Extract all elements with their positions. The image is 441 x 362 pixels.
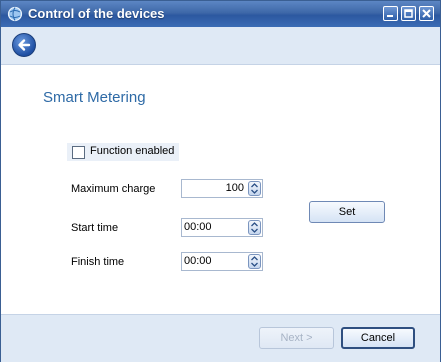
finish-time-value: 00:00 xyxy=(184,255,212,267)
finish-time-label: Finish time xyxy=(71,256,125,268)
globe-icon xyxy=(7,6,23,22)
minimize-icon[interactable] xyxy=(383,6,398,21)
cancel-button[interactable]: Cancel xyxy=(341,327,415,349)
checkbox-box[interactable] xyxy=(72,146,85,159)
content-panel: Smart Metering Function enabled Maximum … xyxy=(1,65,440,314)
function-enabled-checkbox[interactable]: Function enabled xyxy=(67,143,179,161)
close-icon[interactable] xyxy=(419,6,434,21)
next-button[interactable]: Next > xyxy=(259,327,334,349)
title-bar[interactable]: Control of the devices xyxy=(1,1,440,27)
page-title: Smart Metering xyxy=(43,89,146,106)
maximum-charge-value: 100 xyxy=(225,182,244,194)
finish-time-stepper[interactable]: 00:00 xyxy=(181,252,263,271)
checkbox-label: Function enabled xyxy=(90,145,175,157)
spin-arrows-icon[interactable] xyxy=(248,181,261,196)
set-button[interactable]: Set xyxy=(309,201,385,223)
maximum-charge-stepper[interactable]: 100 xyxy=(181,179,263,198)
maximize-icon[interactable] xyxy=(401,6,416,21)
footer-bar: Next > Cancel xyxy=(1,314,440,362)
window-title: Control of the devices xyxy=(28,6,165,21)
start-time-stepper[interactable]: 00:00 xyxy=(181,218,263,237)
navigation-bar xyxy=(1,27,440,65)
spin-arrows-icon[interactable] xyxy=(248,220,261,235)
start-time-value: 00:00 xyxy=(184,221,212,233)
maximum-charge-label: Maximum charge xyxy=(71,183,156,195)
spin-arrows-icon[interactable] xyxy=(248,254,261,269)
start-time-label: Start time xyxy=(71,222,119,234)
back-arrow-icon[interactable] xyxy=(12,33,36,57)
dialog-window: Control of the devices Smart Metering Fu… xyxy=(0,0,441,362)
